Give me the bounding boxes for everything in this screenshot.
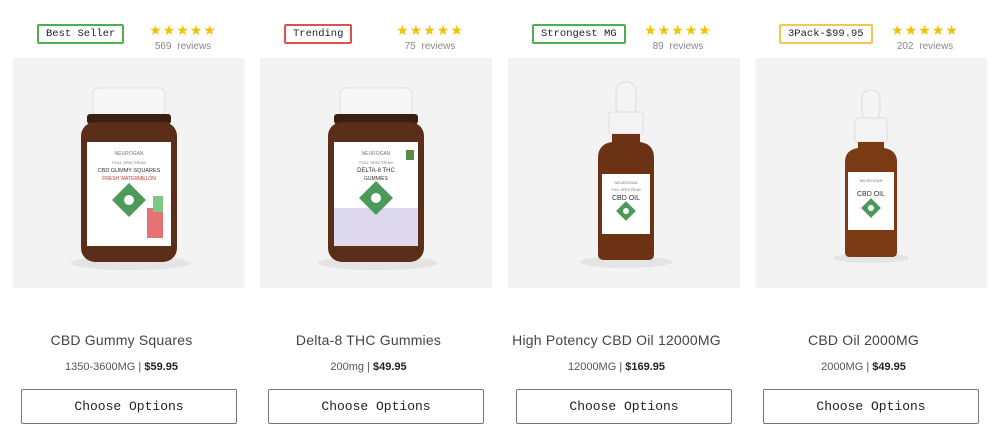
label-line: DELTA-8 THC bbox=[357, 168, 395, 174]
label-brand: NEUROGAN bbox=[115, 151, 144, 157]
label-brand: NEUROGAN bbox=[614, 180, 637, 185]
separator: | bbox=[135, 361, 145, 373]
gummy-jar-image: NEUROGAN FULL SPECTRUM DELTA-8 THC GUMMI… bbox=[318, 87, 438, 270]
label-line: FULL SPECTRUM bbox=[359, 160, 392, 165]
product-title[interactable]: CBD Gummy Squares bbox=[0, 332, 245, 348]
label-line: FULL SPECTRUM bbox=[112, 160, 145, 165]
product-badge: 3Pack-$99.95 bbox=[779, 24, 873, 44]
product-card: 3Pack-$99.95 ★★★★★ 202 reviews NEUROGAN … bbox=[755, 0, 1000, 428]
product-price: 1350-3600MG | $59.95 bbox=[0, 361, 245, 373]
variant-label: 2000MG bbox=[821, 361, 864, 373]
review-count: 569 reviews bbox=[154, 41, 212, 52]
choose-options-button[interactable]: Choose Options bbox=[21, 389, 237, 424]
variant-label: 12000MG bbox=[567, 361, 617, 373]
separator: | bbox=[863, 361, 873, 373]
review-count: 202 reviews bbox=[896, 41, 954, 52]
product-price: 12000MG | $169.95 bbox=[493, 361, 740, 373]
oil-bottle-image: NEUROGAN CBD OIL bbox=[833, 89, 909, 263]
product-badge: Best Seller bbox=[37, 24, 125, 44]
rating[interactable]: ★★★★★ 202 reviews bbox=[885, 22, 965, 52]
choose-options-button[interactable]: Choose Options bbox=[763, 389, 979, 424]
product-card: Trending ★★★★★ 75 reviews NEUROGAN FULL … bbox=[260, 0, 507, 428]
product-image[interactable]: NEUROGAN FULL SPECTRUM CBD GUMMY SQUARES… bbox=[13, 58, 245, 288]
label-line: GUMMIES bbox=[364, 176, 389, 182]
product-price: 2000MG | $49.95 bbox=[740, 361, 987, 373]
product-image[interactable]: NEUROGAN FULL SPECTRUM CBD OIL bbox=[508, 58, 740, 288]
product-title[interactable]: Delta-8 THC Gummies bbox=[245, 332, 492, 348]
label-line: FRESH WATERMELON bbox=[102, 176, 156, 182]
variant-label: 200mg bbox=[330, 361, 364, 373]
star-rating-icon: ★★★★★ bbox=[891, 22, 959, 38]
oil-bottle-image: NEUROGAN FULL SPECTRUM CBD OIL bbox=[580, 81, 672, 268]
gummy-jar-image: NEUROGAN FULL SPECTRUM CBD GUMMY SQUARES… bbox=[71, 87, 191, 270]
product-price: 200mg | $49.95 bbox=[245, 361, 492, 373]
star-rating-icon: ★★★★★ bbox=[149, 22, 217, 38]
choose-options-button[interactable]: Choose Options bbox=[268, 389, 484, 424]
price-amount: $49.95 bbox=[372, 361, 407, 373]
review-count: 75 reviews bbox=[404, 41, 456, 52]
price-amount: $169.95 bbox=[625, 361, 666, 373]
product-image[interactable]: NEUROGAN CBD OIL bbox=[755, 58, 987, 288]
label-line: FULL SPECTRUM bbox=[611, 188, 640, 192]
product-image[interactable]: NEUROGAN FULL SPECTRUM DELTA-8 THC GUMMI… bbox=[260, 58, 492, 288]
product-grid: Best Seller ★★★★★ 569 reviews NEUROGAN F… bbox=[0, 0, 1000, 428]
star-rating-icon: ★★★★★ bbox=[396, 22, 464, 38]
price-amount: $59.95 bbox=[144, 361, 178, 373]
star-rating-icon: ★★★★★ bbox=[644, 22, 712, 38]
product-badge: Trending bbox=[284, 24, 353, 44]
label-line: CBD OIL bbox=[857, 191, 885, 198]
variant-label: 1350-3600MG bbox=[65, 361, 136, 373]
rating[interactable]: ★★★★★ 569 reviews bbox=[143, 22, 223, 52]
label-line: CBD GUMMY SQUARES bbox=[98, 168, 161, 174]
product-card: Strongest MG ★★★★★ 89 reviews NEUROGAN F… bbox=[508, 0, 755, 428]
review-count: 89 reviews bbox=[652, 41, 704, 52]
label-brand: NEUROGAN bbox=[859, 178, 882, 183]
price-amount: $49.95 bbox=[872, 361, 906, 373]
separator: | bbox=[364, 361, 373, 373]
rating[interactable]: ★★★★★ 75 reviews bbox=[390, 22, 470, 52]
rating[interactable]: ★★★★★ 89 reviews bbox=[638, 22, 718, 52]
separator: | bbox=[616, 361, 626, 373]
product-badge: Strongest MG bbox=[532, 24, 626, 44]
product-card: Best Seller ★★★★★ 569 reviews NEUROGAN F… bbox=[13, 0, 260, 428]
product-title[interactable]: High Potency CBD Oil 12000MG bbox=[493, 332, 740, 348]
product-title[interactable]: CBD Oil 2000MG bbox=[740, 332, 987, 348]
choose-options-button[interactable]: Choose Options bbox=[516, 389, 732, 424]
label-brand: NEUROGAN bbox=[362, 151, 391, 157]
label-line: CBD OIL bbox=[612, 195, 640, 202]
